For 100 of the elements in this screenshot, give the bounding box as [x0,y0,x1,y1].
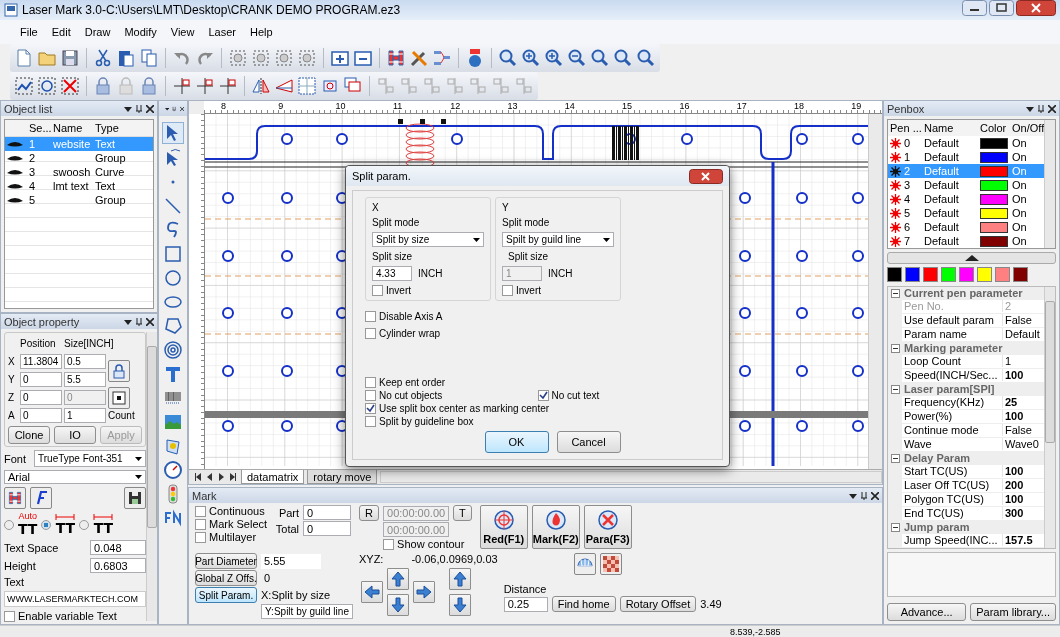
button[interactable]: Param library... [970,603,1056,621]
cut-icon[interactable] [93,48,113,68]
action-button[interactable]: Mark(F2) [531,505,580,549]
zoom-icon[interactable] [498,48,518,68]
checkbox[interactable] [195,531,206,543]
font-button[interactable] [30,487,52,509]
button[interactable]: IO [54,426,96,444]
radio-button[interactable] [4,519,14,530]
height-field[interactable]: 0.6803 [90,558,146,573]
dropdown-icon[interactable] [124,317,132,326]
close-icon[interactable] [1016,0,1056,16]
jog-button[interactable] [448,594,471,616]
image-icon[interactable] [163,412,183,432]
text-field[interactable]: WWW.LASERMARKTECH.COM [4,591,146,607]
menu-item[interactable]: File [14,24,44,40]
menu-item[interactable]: Laser [202,24,242,40]
align-icon[interactable] [172,76,192,96]
checkbox[interactable] [383,538,395,550]
close-icon[interactable] [146,317,154,326]
next-page-icon[interactable] [217,473,226,481]
size-field[interactable]: 5.5 [64,372,106,387]
document-tab[interactable]: rotary move [307,470,378,484]
pin-icon[interactable] [860,491,868,500]
tools-icon[interactable] [409,48,429,68]
object-row[interactable]: 2 Group [5,151,153,165]
button[interactable]: Clone [8,426,50,444]
split-param-button[interactable]: Split Param. [195,587,257,603]
pen-row[interactable]: 7 Default On [888,234,1044,248]
lock-button[interactable] [108,359,130,382]
checkbox[interactable] [365,416,376,427]
property-value[interactable]: False [1003,424,1044,437]
scrollbar[interactable] [1044,286,1055,548]
splitter[interactable] [887,252,1056,264]
hatch-icon[interactable] [386,48,406,68]
close-icon[interactable] [146,104,154,113]
rectangle-icon[interactable] [163,244,183,264]
font-type-select[interactable]: TrueType Font-351 [34,450,146,467]
checkbox[interactable] [195,505,206,517]
checkbox[interactable] [4,610,15,622]
pen-row[interactable]: 1 Default On [888,150,1044,164]
collapse-icon[interactable] [891,522,900,532]
align-icon[interactable] [218,76,238,96]
column-header[interactable]: Color [978,122,1010,134]
checkbox[interactable] [372,285,383,296]
dropdown-icon[interactable] [1026,104,1034,113]
counter-field[interactable]: 0 [303,521,352,536]
distance-field[interactable]: 0.25 [503,596,548,612]
pin-icon[interactable] [135,104,143,113]
scrollbar[interactable] [868,114,882,469]
jog-button[interactable] [386,568,409,590]
checker-button[interactable] [599,553,622,575]
action-button[interactable]: Red(F1) [479,505,528,549]
spiral-icon[interactable] [163,340,183,360]
select-check-icon[interactable] [14,76,34,96]
map-pin-icon[interactable] [163,436,183,456]
property-value[interactable]: Wave0 [1003,438,1044,451]
zoom-in-icon[interactable] [521,48,541,68]
property-value[interactable]: 100 [1003,465,1044,478]
line-icon[interactable] [163,196,183,216]
extension-icon[interactable] [163,508,183,528]
close-icon[interactable] [1048,104,1056,113]
timer-button[interactable]: T [453,505,472,521]
action-button[interactable]: Para(F3) [583,505,632,549]
pin-icon[interactable] [1037,104,1045,113]
counter-field[interactable]: 0 [303,505,352,520]
hatch-button[interactable] [4,487,26,509]
first-page-icon[interactable] [193,473,202,481]
property-value[interactable]: False [1003,314,1044,327]
property-value[interactable]: 100 [1003,410,1044,423]
property-value[interactable]: 157.5 [1003,534,1044,547]
palette-color[interactable] [887,266,902,282]
size-field[interactable]: 1 [64,408,106,423]
property-value[interactable]: Default [1003,328,1044,341]
property-value[interactable]: 100 [1003,369,1044,382]
pointer-icon[interactable] [162,122,184,144]
palette-color[interactable] [959,266,974,282]
close-icon[interactable] [179,104,184,113]
add-window-icon[interactable] [330,48,350,68]
checkbox[interactable] [365,390,376,401]
close-icon[interactable] [871,491,879,500]
object-row[interactable]: 5 Group [5,193,153,207]
menu-item[interactable]: Help [243,24,279,40]
document-tab[interactable]: datamatrix [241,470,305,484]
column-header[interactable]: Name [51,122,93,134]
button[interactable]: Cancel [556,431,621,453]
checkbox[interactable] [365,328,376,339]
split-mode-select[interactable]: Split by size [372,232,484,247]
checkbox[interactable] [195,518,206,530]
jog-button[interactable] [386,594,409,616]
copy-icon[interactable] [139,48,159,68]
pen-row[interactable]: 5 Default On [888,206,1044,220]
collapse-icon[interactable] [891,384,900,394]
radio-button[interactable] [41,519,52,530]
select-rotate-icon[interactable] [37,76,57,96]
radio-button[interactable] [79,519,90,530]
previous-page-icon[interactable] [205,473,214,481]
circle-icon[interactable] [163,268,183,288]
remove-window-icon[interactable] [353,48,373,68]
last-page-icon[interactable] [229,473,238,481]
maximize-icon[interactable] [989,0,1014,16]
